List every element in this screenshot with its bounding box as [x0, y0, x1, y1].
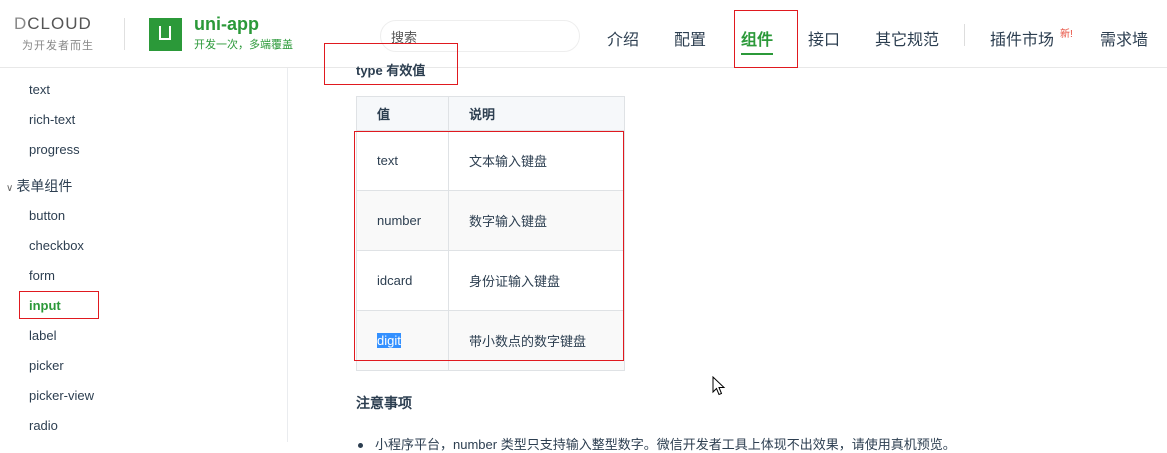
sidebar-item-form[interactable]: form: [29, 268, 55, 283]
bullet-icon: [358, 443, 363, 449]
type-values-table: 值 说明 text 文本输入键盘 number 数字输入键盘 idcard 身份…: [356, 96, 625, 371]
table-cell-value: digit: [356, 310, 449, 371]
dcloud-wordmark: DCLOUD: [14, 14, 92, 33]
table-cell-value: number: [356, 190, 449, 251]
table-cell-desc: 文本输入键盘: [448, 130, 625, 191]
nav-divider: [964, 24, 965, 46]
chevron-down-icon: ∨: [6, 183, 14, 194]
notes-title: 注意事项: [356, 395, 412, 411]
dcloud-tagline: 为开发者而生: [22, 40, 94, 52]
table-header-desc: 说明: [448, 96, 625, 131]
table-cell-value: idcard: [356, 250, 449, 311]
selected-text[interactable]: digit: [377, 333, 401, 348]
sidebar-item-progress[interactable]: progress: [29, 142, 80, 157]
section-heading: type 有效值: [356, 63, 426, 78]
table-cell-desc: 数字输入键盘: [448, 190, 625, 251]
nav-requests-wall[interactable]: 需求墙: [1100, 26, 1148, 50]
sidebar-group-label: 表单组件: [16, 178, 73, 194]
sidebar-group-form[interactable]: ∨ 表单组件: [6, 176, 72, 196]
sidebar: text rich-text progress ∨ 表单组件 button che…: [0, 68, 288, 442]
table-header-value: 值: [356, 96, 449, 131]
note-item: 小程序平台，number 类型只支持输入整型数字。微信开发者工具上体现不出效果，…: [358, 434, 1078, 453]
sidebar-item-label[interactable]: label: [29, 328, 56, 343]
sidebar-item-input[interactable]: input: [29, 298, 61, 313]
nav-intro[interactable]: 介绍: [607, 26, 639, 50]
table-cell-desc: 带小数点的数字键盘: [448, 310, 625, 371]
search-box[interactable]: [380, 20, 580, 52]
nav-plugin-market[interactable]: 插件市场: [990, 26, 1054, 50]
sidebar-item-button[interactable]: button: [29, 208, 65, 223]
uniapp-name[interactable]: uni-app: [194, 14, 259, 35]
table-header-row: 值 说明: [356, 96, 625, 131]
table-row: idcard 身份证输入键盘: [356, 250, 625, 311]
sidebar-item-rich-text[interactable]: rich-text: [29, 112, 75, 127]
sidebar-item-picker[interactable]: picker: [29, 358, 64, 373]
table-row: text 文本输入键盘: [356, 130, 625, 191]
mouse-cursor-icon: [712, 376, 726, 396]
main-content: type 有效值 值 说明 text 文本输入键盘 number 数字输入键盘 …: [288, 63, 1167, 452]
sidebar-item-checkbox[interactable]: checkbox: [29, 238, 84, 253]
nav-api[interactable]: 接口: [808, 26, 840, 50]
sidebar-item-text[interactable]: text: [29, 82, 50, 97]
logo-divider: [124, 18, 125, 50]
dcloud-logo[interactable]: DCLOUD 为开发者而生: [14, 14, 110, 54]
sidebar-item-picker-view[interactable]: picker-view: [29, 388, 94, 403]
search-input[interactable]: [389, 22, 573, 52]
table-row: number 数字输入键盘: [356, 190, 625, 251]
table-cell-desc: 身份证输入键盘: [448, 250, 625, 311]
uniapp-tagline: 开发一次，多端覆盖: [194, 39, 293, 51]
nav-other-specs[interactable]: 其它规范: [875, 26, 939, 50]
nav-components[interactable]: 组件: [741, 26, 774, 55]
nav-config[interactable]: 配置: [674, 26, 706, 50]
sidebar-item-radio[interactable]: radio: [29, 418, 58, 433]
note-text: 小程序平台，number 类型只支持输入整型数字。微信开发者工具上体现不出效果，…: [375, 437, 956, 452]
table-cell-value: text: [356, 130, 449, 191]
top-header: DCLOUD 为开发者而生 uni-app 开发一次，多端覆盖 介绍 配置 组件…: [0, 0, 1167, 68]
new-badge: 新!: [1060, 29, 1073, 40]
table-row: digit 带小数点的数字键盘: [356, 310, 625, 371]
uniapp-logo-icon[interactable]: [149, 18, 182, 51]
